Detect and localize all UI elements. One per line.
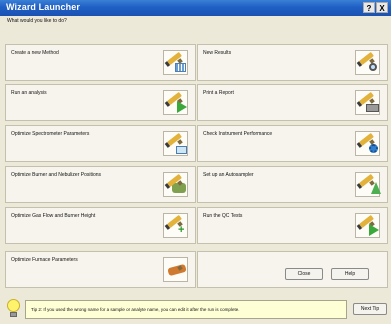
tile-optimize-gas-flow[interactable]: Optimize Gas Flow and Burner Height +	[5, 207, 196, 244]
tile-create-method[interactable]: Create a new Method	[5, 44, 196, 81]
tile-run-analysis[interactable]: Run an analysis	[5, 84, 196, 121]
tile-print-report[interactable]: Print a Report	[197, 84, 388, 121]
pencil-burner-icon[interactable]	[163, 172, 188, 197]
dialog-buttons: Close Help	[285, 268, 369, 280]
tile-label: Run an analysis	[11, 90, 47, 96]
tile-label: Print a Report	[203, 90, 234, 96]
tile-label: Optimize Furnace Parameters	[11, 257, 78, 263]
close-button[interactable]: Close	[285, 268, 323, 280]
next-tip-button[interactable]: Next Tip	[353, 303, 387, 315]
tile-label: Create a new Method	[11, 50, 59, 56]
tile-autosampler[interactable]: Set up an Autosampler	[197, 166, 388, 203]
pencil-arrow-icon[interactable]	[355, 172, 381, 197]
tip-text: Tip 2: If you used the wrong name for a …	[31, 307, 240, 312]
tip-box: Tip 2: If you used the wrong name for a …	[25, 300, 347, 319]
close-icon[interactable]: X	[376, 2, 388, 13]
tile-new-results[interactable]: New Results	[197, 44, 388, 81]
wizard-launcher-window: Wizard Launcher ? X What would you like …	[0, 0, 391, 324]
tile-optimize-furnace[interactable]: Optimize Furnace Parameters	[5, 251, 196, 288]
pencil-play-icon[interactable]	[355, 213, 380, 238]
tile-label: New Results	[203, 50, 232, 56]
tile-label: Optimize Burner and Nebulizer Positions	[11, 172, 102, 178]
tile-run-qc-tests[interactable]: Run the QC Tests	[197, 207, 388, 244]
title-bar: Wizard Launcher ? X	[0, 0, 391, 16]
pencil-brush-icon[interactable]	[163, 257, 188, 282]
help-button[interactable]: Help	[331, 268, 369, 280]
tile-label: Optimize Gas Flow and Burner Height	[11, 213, 96, 219]
tile-label: Check Instrument Performance	[203, 131, 273, 137]
pencil-printer-icon[interactable]	[355, 90, 380, 115]
tip-bar: Tip 2: If you used the wrong name for a …	[3, 298, 388, 321]
tile-label: Run the QC Tests	[203, 213, 243, 219]
tile-label: Optimize Spectrometer Parameters	[11, 131, 90, 137]
prompt-text: What would you like to do?	[7, 18, 67, 24]
pencil-play-icon[interactable]	[163, 90, 188, 115]
pencil-grid-icon[interactable]	[163, 50, 188, 75]
title-controls: ? X	[363, 2, 388, 13]
pencil-magnifier-icon[interactable]	[355, 50, 380, 75]
pencil-gear-icon[interactable]	[355, 131, 380, 156]
pencil-plus-icon[interactable]: +	[163, 213, 188, 238]
tile-check-instrument[interactable]: Check Instrument Performance	[197, 125, 388, 162]
window-title: Wizard Launcher	[6, 2, 80, 12]
tile-optimize-burner[interactable]: Optimize Burner and Nebulizer Positions	[5, 166, 196, 203]
tile-optimize-spectrometer[interactable]: Optimize Spectrometer Parameters	[5, 125, 196, 162]
pencil-folder-icon[interactable]	[163, 131, 188, 156]
tile-label: Set up an Autosampler	[203, 172, 254, 178]
help-icon[interactable]: ?	[363, 2, 375, 13]
lightbulb-icon	[5, 299, 22, 319]
